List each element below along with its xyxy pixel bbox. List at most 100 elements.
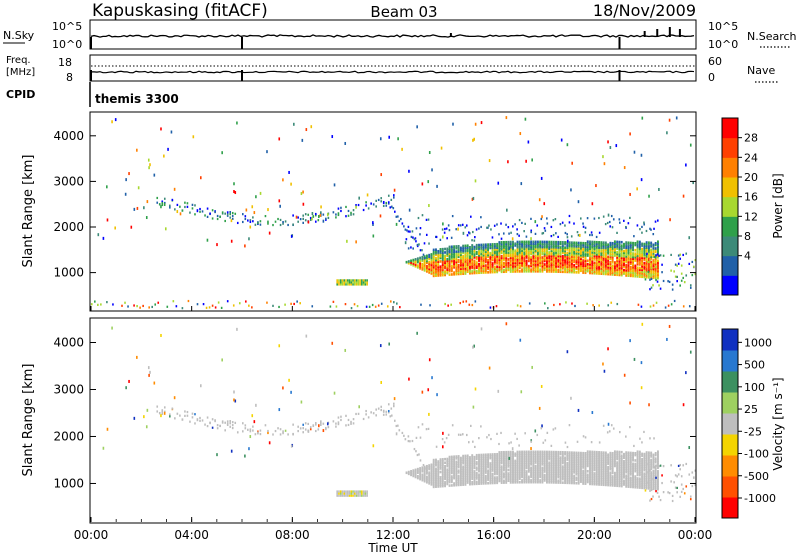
- echo-cell: [557, 450, 560, 454]
- echo-cell: [399, 306, 401, 309]
- echo-cell: [531, 365, 533, 369]
- y-tick-label: 1000: [53, 476, 84, 490]
- echo-cell: [102, 446, 105, 450]
- echo-cell: [502, 268, 505, 272]
- echo-cell: [644, 489, 647, 492]
- echo-cell: [146, 408, 149, 412]
- echo-cell: [422, 463, 425, 467]
- echo-cell: [478, 473, 480, 477]
- echo-cell: [370, 411, 372, 414]
- echo-cell: [394, 210, 396, 213]
- echo-cell: [634, 248, 637, 252]
- echo-cell: [478, 262, 480, 266]
- echo-cell: [598, 441, 601, 444]
- echo-cell: [602, 451, 605, 454]
- echo-cell: [475, 250, 478, 254]
- echo-cell: [421, 473, 424, 477]
- echo-cell: [244, 454, 246, 458]
- echo-cell: [333, 183, 336, 187]
- echo-cell: [516, 437, 518, 441]
- echo-cell: [505, 450, 508, 454]
- echo-cell: [206, 238, 209, 242]
- echo-cell: [688, 236, 691, 240]
- echo-cell: [473, 259, 476, 263]
- echo-cell: [623, 249, 625, 253]
- echo-cell: [541, 466, 544, 470]
- echo-cell: [130, 225, 133, 229]
- echo-cell: [478, 243, 480, 247]
- echo-cell: [518, 450, 521, 454]
- echo-cell: [548, 461, 551, 464]
- echo-cell: [357, 490, 360, 493]
- echo-cell: [544, 302, 546, 305]
- echo-cell: [591, 233, 593, 237]
- echo-cell: [552, 233, 555, 237]
- echo-cell: [648, 194, 650, 198]
- echo-cell: [644, 278, 647, 281]
- echo-cell: [389, 415, 392, 418]
- echo-cell: [186, 410, 189, 414]
- echo-cell: [304, 422, 307, 425]
- echo-cell: [372, 221, 374, 225]
- echo-cell: [251, 306, 253, 309]
- echo-cell: [470, 424, 472, 428]
- echo-cell: [201, 210, 204, 213]
- echo-cell: [609, 146, 612, 150]
- echo-cell: [455, 250, 458, 253]
- echo-cell: [647, 241, 650, 244]
- echo-cell: [364, 492, 367, 495]
- echo-cell: [305, 128, 308, 132]
- echo-cell: [566, 451, 569, 454]
- echo-cell: [196, 418, 199, 422]
- echo-cell: [480, 425, 482, 428]
- echo-cell: [317, 219, 320, 222]
- echo-cell: [667, 491, 669, 494]
- echo-cell: [682, 305, 685, 308]
- echo-cell: [310, 125, 313, 129]
- echo-cell: [595, 235, 598, 239]
- echo-cell: [620, 244, 623, 247]
- echo-cell: [593, 240, 596, 244]
- echo-cell: [437, 249, 440, 253]
- echo-cell: [536, 433, 539, 437]
- echo-cell: [169, 415, 171, 418]
- echo-cell: [489, 251, 492, 255]
- echo-cell: [419, 256, 422, 260]
- echo-cell: [343, 490, 346, 493]
- echo-cell: [287, 223, 289, 227]
- echo-cell: [629, 192, 631, 196]
- echo-cell: [612, 218, 615, 221]
- echo-cell: [333, 391, 336, 395]
- echo-cell: [181, 209, 184, 212]
- echo-cell: [413, 447, 416, 451]
- echo-cell: [448, 245, 451, 249]
- echo-cell: [544, 229, 547, 232]
- echo-cell: [636, 240, 639, 244]
- echo-cell: [470, 215, 472, 218]
- x-axis-title: Time UT: [367, 541, 418, 554]
- echo-cell: [436, 393, 438, 397]
- echo-cell: [206, 215, 209, 218]
- echo-cell: [312, 215, 315, 218]
- echo-cell: [194, 204, 196, 207]
- echo-cell: [224, 421, 226, 424]
- freq-unit-label: [MHz]: [6, 67, 35, 78]
- echo-cell: [257, 431, 259, 434]
- echo-cell: [688, 262, 691, 266]
- echo-cell: [325, 426, 327, 430]
- echo-cell: [435, 458, 437, 462]
- echo-cell: [318, 215, 320, 219]
- echo-cell: [361, 492, 363, 495]
- y-tick-label: 3000: [53, 174, 84, 188]
- echo-cell: [359, 279, 361, 282]
- echo-cell: [613, 471, 616, 475]
- echo-cell: [625, 241, 628, 244]
- echo-cell: [390, 414, 393, 417]
- echo-cell: [484, 264, 487, 267]
- echo-cell: [293, 122, 295, 126]
- echo-cell: [341, 492, 344, 495]
- echo-cell: [478, 437, 480, 440]
- echo-cell: [436, 184, 438, 188]
- echo-cell: [613, 450, 616, 453]
- echo-cell: [348, 490, 351, 493]
